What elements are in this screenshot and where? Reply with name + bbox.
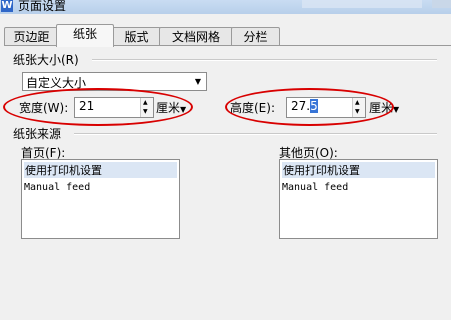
list-item[interactable]: Manual feed — [24, 182, 90, 193]
width-label: 宽度(W): — [19, 101, 69, 115]
list-item[interactable]: 使用打印机设置 — [282, 162, 435, 178]
spin-arrows-icon[interactable]: ▲ ▼ — [352, 98, 365, 117]
paper-size-section-label: 纸张大小(R) — [13, 53, 79, 67]
tab-paper[interactable]: 纸张 — [56, 24, 114, 47]
tab-margins[interactable]: 页边距 — [4, 27, 59, 46]
title-bar: W 页面设置 — [0, 0, 451, 14]
list-item[interactable]: 使用打印机设置 — [24, 162, 177, 178]
title-bar-area — [302, 0, 422, 8]
width-unit-label: 厘米 — [156, 101, 181, 115]
paper-source-separator — [74, 133, 437, 135]
width-unit[interactable]: 厘米▼ — [156, 99, 186, 116]
width-value: 21 — [79, 99, 95, 113]
paper-size-select[interactable]: 自定义大小 ▼ — [22, 72, 207, 91]
height-unit-label: 厘米 — [369, 101, 394, 115]
first-page-listbox[interactable]: 使用打印机设置 Manual feed — [21, 159, 180, 239]
app-icon: W — [1, 0, 13, 12]
chevron-down-icon: ▼ — [180, 105, 187, 114]
height-value: 27.5 — [291, 99, 318, 113]
close-button[interactable] — [432, 0, 451, 8]
paper-size-select-value: 自定义大小 — [26, 76, 87, 90]
paper-size-separator — [92, 59, 437, 61]
paper-source-section-label: 纸张来源 — [13, 127, 62, 141]
width-input[interactable]: 21 ▲ ▼ — [74, 97, 154, 118]
height-value-selection: 5 — [310, 99, 318, 113]
other-pages-listbox[interactable]: 使用打印机设置 Manual feed — [279, 159, 438, 239]
tab-document-grid[interactable]: 文档网格 — [159, 27, 233, 46]
height-value-text: 27. — [291, 99, 311, 113]
spin-arrows-icon[interactable]: ▲ ▼ — [140, 98, 153, 117]
list-item[interactable]: Manual feed — [282, 182, 348, 193]
window-title: 页面设置 — [18, 0, 67, 13]
tab-layout[interactable]: 版式 — [112, 27, 161, 46]
chevron-down-icon: ▼ — [393, 105, 400, 114]
chevron-down-icon[interactable]: ▼ — [191, 74, 205, 89]
tab-columns[interactable]: 分栏 — [231, 27, 280, 46]
height-input[interactable]: 27.5 ▲ ▼ — [286, 97, 366, 118]
height-unit[interactable]: 厘米▼ — [369, 99, 399, 116]
height-label: 高度(E): — [230, 101, 275, 115]
